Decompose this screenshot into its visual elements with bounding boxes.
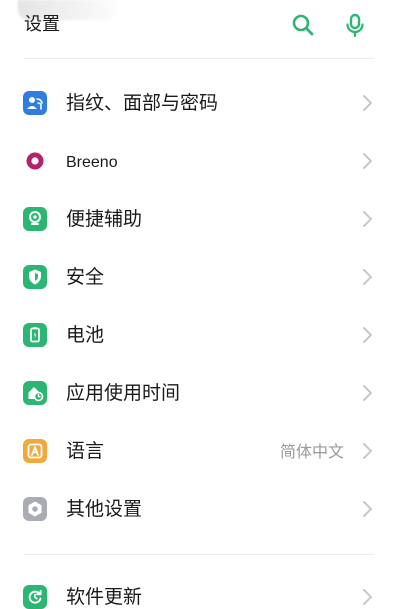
battery-icon — [23, 323, 47, 347]
search-icon[interactable] — [290, 12, 316, 38]
settings-item-label: 电池 — [66, 324, 105, 346]
settings-item-label: 安全 — [66, 266, 105, 288]
settings-header: 设置 — [0, 0, 400, 50]
software-update-icon — [23, 585, 47, 609]
breeno-icon — [23, 149, 47, 173]
language-icon — [23, 439, 47, 463]
microphone-icon[interactable] — [342, 12, 368, 38]
settings-item-label: 软件更新 — [66, 586, 143, 608]
settings-item-breeno[interactable]: Breeno — [0, 132, 400, 190]
chevron-right-icon — [361, 442, 373, 460]
section-divider — [24, 554, 374, 555]
chevron-right-icon — [361, 94, 373, 112]
other-settings-icon — [23, 497, 47, 521]
chevron-right-icon — [361, 210, 373, 228]
security-shield-icon — [23, 265, 47, 289]
chevron-right-icon — [361, 152, 373, 170]
header-divider — [24, 58, 374, 59]
fingerprint-face-password-icon — [23, 91, 47, 115]
settings-item-other-settings[interactable]: 其他设置 — [0, 480, 400, 538]
app-usage-time-icon — [23, 381, 47, 405]
settings-item-convenience-assist[interactable]: 便捷辅助 — [0, 190, 400, 248]
settings-item-label: 其他设置 — [66, 498, 143, 520]
settings-screen: 设置 指纹、面部与密码 Breeno 便捷辅助 安全 电池 应用使用时间 语言 … — [0, 0, 400, 609]
settings-item-label: 便捷辅助 — [66, 208, 143, 230]
settings-item-battery[interactable]: 电池 — [0, 306, 400, 364]
settings-item-label: 指纹、面部与密码 — [66, 92, 219, 114]
settings-item-label: 应用使用时间 — [66, 382, 181, 404]
chevron-right-icon — [361, 500, 373, 518]
settings-item-label: 语言 — [66, 440, 105, 462]
language-value: 简体中文 — [279, 442, 344, 461]
chevron-right-icon — [361, 384, 373, 402]
settings-item-language[interactable]: 语言 简体中文 — [0, 422, 400, 480]
settings-item-app-usage-time[interactable]: 应用使用时间 — [0, 364, 400, 422]
settings-item-software-update[interactable]: 软件更新 — [0, 568, 400, 609]
chevron-right-icon — [361, 268, 373, 286]
convenience-assist-icon — [23, 207, 47, 231]
settings-item-label: Breeno — [66, 154, 118, 171]
page-title: 设置 — [24, 14, 60, 35]
settings-item-fingerprint-face-password[interactable]: 指纹、面部与密码 — [0, 74, 400, 132]
chevron-right-icon — [361, 588, 373, 606]
settings-item-security[interactable]: 安全 — [0, 248, 400, 306]
chevron-right-icon — [361, 326, 373, 344]
